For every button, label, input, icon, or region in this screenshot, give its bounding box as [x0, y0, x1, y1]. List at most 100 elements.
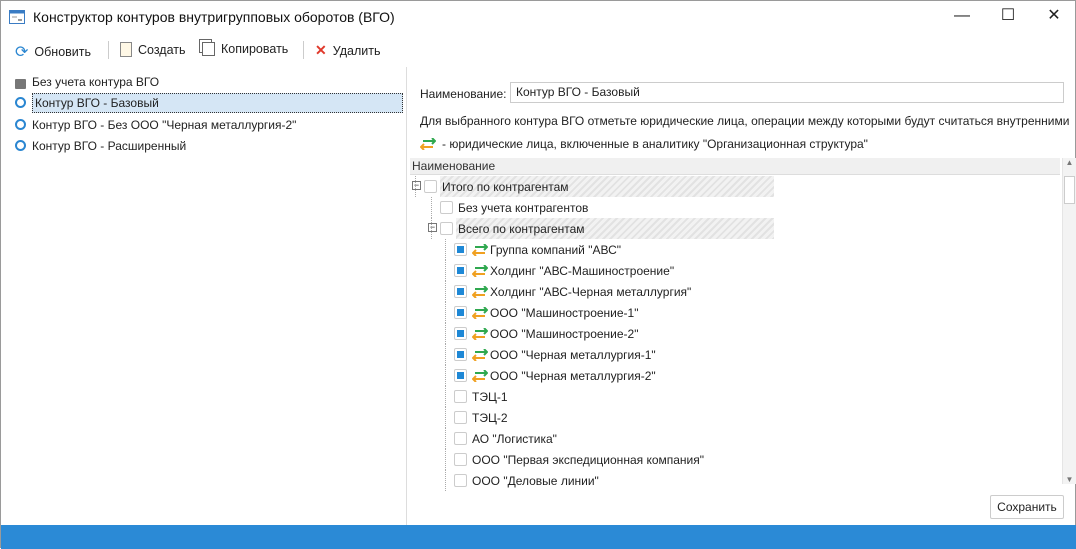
contour-label: Контур ВГО - Без ООО "Черная металлургия…: [32, 117, 297, 132]
column-header-name[interactable]: Наименование: [410, 158, 1060, 175]
tree-row[interactable]: ООО "Машиностроение-2": [410, 323, 1060, 344]
radio-icon: [15, 119, 26, 130]
row-checkbox[interactable]: [454, 306, 467, 319]
create-label: Создать: [138, 42, 186, 57]
tree-row[interactable]: ООО "Деловые линии": [410, 470, 1060, 491]
name-input[interactable]: Контур ВГО - Базовый: [510, 82, 1064, 103]
contour-item[interactable]: Без учета контура ВГО: [15, 71, 407, 92]
tree-line: [445, 470, 446, 491]
vertical-scrollbar[interactable]: ▲ ▼: [1062, 158, 1076, 484]
tree-line: [445, 302, 446, 323]
collapse-icon[interactable]: −: [412, 181, 421, 190]
row-checkbox[interactable]: [440, 201, 453, 214]
legal-entity-icon: [471, 243, 489, 257]
tree-row[interactable]: Холдинг "АВС-Черная металлургия": [410, 281, 1060, 302]
row-checkbox[interactable]: [454, 348, 467, 361]
tree-row[interactable]: Без учета контрагентов: [410, 197, 1060, 218]
tree-row[interactable]: ООО "Машиностроение-1": [410, 302, 1060, 323]
row-checkbox[interactable]: [440, 222, 453, 235]
row-checkbox[interactable]: [454, 243, 467, 256]
tree-line: [415, 176, 416, 197]
scroll-up-arrow[interactable]: ▲: [1063, 158, 1076, 167]
close-button[interactable]: ✕: [1031, 1, 1076, 33]
tree-row[interactable]: ООО "Первая экспедиционная компания": [410, 449, 1060, 470]
row-label: Без учета контрагентов: [458, 201, 589, 215]
radio-icon: [15, 140, 26, 151]
window-title: Конструктор контуров внутригрупповых обо…: [33, 9, 395, 25]
tree-line: [445, 386, 446, 407]
minimize-button[interactable]: —: [939, 1, 985, 33]
copy-button[interactable]: Копировать: [202, 42, 288, 56]
legal-entity-icon: [471, 264, 489, 278]
row-checkbox[interactable]: [454, 432, 467, 445]
row-checkbox[interactable]: [454, 453, 467, 466]
name-label: Наименование:: [420, 87, 507, 101]
row-checkbox[interactable]: [454, 411, 467, 424]
tree-line: [445, 260, 446, 281]
refresh-button[interactable]: ⟳ Обновить: [15, 42, 91, 62]
contour-item[interactable]: Контур ВГО - Без ООО "Черная металлургия…: [15, 114, 407, 135]
maximize-button[interactable]: ☐: [985, 1, 1031, 33]
toolbar-separator: [108, 41, 109, 59]
row-checkbox[interactable]: [424, 180, 437, 193]
delete-x-icon: ✕: [315, 42, 327, 58]
legal-entity-icon: [471, 348, 489, 362]
row-checkbox[interactable]: [454, 474, 467, 487]
tree-row[interactable]: АО "Логистика": [410, 428, 1060, 449]
toolbar: ⟳ Обновить Создать Копировать ✕ Удалить: [1, 37, 1076, 63]
create-button[interactable]: Создать: [120, 42, 186, 57]
tree-row[interactable]: Холдинг "АВС-Машиностроение": [410, 260, 1060, 281]
tree-line: [445, 344, 446, 365]
row-label: ООО "Деловые линии": [472, 474, 599, 488]
row-label: ООО "Черная металлургия-2": [490, 369, 656, 383]
row-checkbox[interactable]: [454, 264, 467, 277]
tree-row[interactable]: Группа компаний "АВС": [410, 239, 1060, 260]
tree-row[interactable]: ООО "Черная металлургия-2": [410, 365, 1060, 386]
refresh-icon: ⟳: [15, 44, 29, 61]
legal-entity-icon: [471, 327, 489, 341]
collapse-icon[interactable]: −: [428, 223, 437, 232]
row-label: Холдинг "АВС-Черная металлургия": [490, 285, 692, 299]
legend: - юридические лица, включенные в аналити…: [420, 137, 868, 151]
tree-line: [445, 428, 446, 449]
tree-row[interactable]: ТЭЦ-2: [410, 407, 1060, 428]
tree-row[interactable]: ТЭЦ-1: [410, 386, 1060, 407]
copy-label: Копировать: [221, 42, 289, 56]
delete-button[interactable]: ✕ Удалить: [315, 42, 380, 59]
row-label: ООО "Машиностроение-1": [490, 306, 639, 320]
scroll-down-arrow[interactable]: ▼: [1063, 475, 1076, 484]
legal-entity-icon: [471, 306, 489, 320]
contour-list: Без учета контура ВГО Контур ВГО - Базов…: [1, 67, 407, 525]
contour-item-selected[interactable]: Контур ВГО - Базовый: [15, 92, 407, 113]
toolbar-separator: [303, 41, 304, 59]
row-label: Холдинг "АВС-Машиностроение": [490, 264, 675, 278]
tree-row[interactable]: − Всего по контрагентам: [410, 218, 1060, 239]
save-button[interactable]: Сохранить: [990, 495, 1064, 519]
scroll-thumb[interactable]: [1064, 176, 1075, 204]
contour-label: Без учета контура ВГО: [32, 74, 160, 89]
row-label: ООО "Первая экспедиционная компания": [472, 453, 705, 467]
entity-tree-grid: Наименование − Итого по контрагентам Без у…: [410, 158, 1076, 491]
app-window-icon: [9, 10, 25, 24]
tree-row[interactable]: − Итого по контрагентам: [410, 176, 1060, 197]
row-label: ТЭЦ-1: [472, 390, 508, 404]
tree-line: [445, 323, 446, 344]
row-label: Итого по контрагентам: [442, 180, 569, 194]
contour-editor: Наименование: Контур ВГО - Базовый Для в…: [408, 67, 1076, 525]
row-label: ООО "Черная металлургия-1": [490, 348, 656, 362]
tree-line: [445, 407, 446, 428]
row-checkbox[interactable]: [454, 285, 467, 298]
contour-item[interactable]: Контур ВГО - Расширенный: [15, 135, 407, 156]
row-checkbox[interactable]: [454, 390, 467, 403]
row-label: ТЭЦ-2: [472, 411, 508, 425]
title-bar: Конструктор контуров внутригрупповых обо…: [1, 1, 1076, 33]
refresh-label: Обновить: [34, 45, 92, 59]
row-checkbox[interactable]: [454, 369, 467, 382]
row-checkbox[interactable]: [454, 327, 467, 340]
row-label: Всего по контрагентам: [458, 222, 585, 236]
tree-line: [445, 449, 446, 470]
legend-text: - юридические лица, включенные в аналити…: [442, 137, 868, 151]
contour-label: Контур ВГО - Базовый: [32, 92, 403, 113]
tree-row[interactable]: ООО "Черная металлургия-1": [410, 344, 1060, 365]
tree-line: [445, 365, 446, 386]
